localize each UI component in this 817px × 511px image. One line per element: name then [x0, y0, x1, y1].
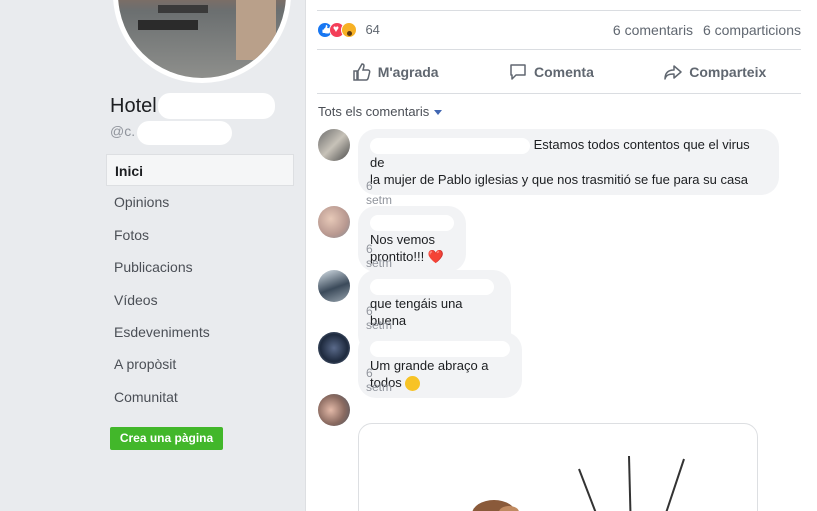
avatar[interactable] [318, 129, 350, 161]
redacted-commenter-name[interactable] [370, 278, 494, 295]
reaction-icons[interactable]: 64 [317, 21, 380, 39]
nav-item-comunitat[interactable]: Comunitat [106, 381, 294, 413]
redacted-commenter-name[interactable] [370, 137, 530, 154]
nav-item-a-proposit[interactable]: A propòsit [106, 348, 294, 380]
nav-item-videos[interactable]: Vídeos [106, 284, 294, 316]
page-nav: Inici Opinions Fotos Publicacions Vídeos… [106, 154, 294, 413]
reactions-summary: 64 6 comentaris 6 comparticions [317, 10, 801, 50]
attachment-drawing [472, 455, 685, 511]
redacted-name [158, 93, 275, 119]
nav-item-inici[interactable]: Inici [106, 154, 294, 187]
post-actions: M'agrada Comenta Comparteix [317, 50, 801, 94]
nav-item-fotos[interactable]: Fotos [106, 219, 294, 251]
avatar[interactable] [318, 332, 350, 364]
nav-item-opinions[interactable]: Opinions [106, 186, 294, 218]
redacted-handle [137, 121, 232, 145]
page-title: Hotel [110, 95, 157, 117]
comment-label: Comenta [533, 63, 594, 80]
comments-filter[interactable]: Tots els comentaris [318, 104, 443, 119]
share-label: Comparteix [689, 63, 767, 80]
post-stats: 6 comentaris 6 comparticions [607, 22, 801, 38]
share-button[interactable]: Comparteix [663, 62, 766, 82]
page-handle[interactable]: @c. [110, 123, 135, 139]
comment-text-continued: la mujer de Pablo iglesias y que nos tra… [370, 171, 748, 187]
comment-timestamp[interactable]: 6 setm [366, 242, 392, 270]
comment-timestamp[interactable]: 6 setm [366, 179, 392, 207]
thumbs-up-icon [352, 62, 371, 81]
wow-icon [341, 21, 357, 38]
heart-emoji-icon: ❤️ [427, 248, 445, 264]
comment-timestamp[interactable]: 6 setm [366, 304, 392, 332]
like-label: M'agrada [377, 63, 439, 80]
profile-picture[interactable] [113, 0, 291, 83]
filter-label: Tots els comentaris [318, 104, 430, 119]
reaction-count[interactable]: 64 [365, 22, 379, 37]
nav-item-publicacions[interactable]: Publicacions [106, 251, 294, 283]
avatar[interactable] [318, 206, 350, 238]
caret-down-icon [434, 110, 443, 116]
avatar[interactable] [318, 394, 350, 426]
share-icon [664, 64, 682, 80]
profile-photo-image [118, 0, 286, 78]
smile-emoji-icon [405, 375, 421, 391]
comment-timestamp[interactable]: 6 setm [366, 366, 392, 394]
left-column: Hotel @c. Inici Opinions Fotos Publicaci… [0, 0, 305, 511]
comment-image-attachment[interactable] [358, 423, 758, 511]
comment-icon [510, 63, 526, 80]
comment-button[interactable]: Comenta [508, 62, 594, 82]
comments-count[interactable]: 6 comentaris [613, 22, 693, 38]
nav-item-esdeveniments[interactable]: Esdeveniments [106, 316, 294, 348]
post-panel: 64 6 comentaris 6 comparticions M'agrada… [305, 0, 817, 511]
like-button[interactable]: M'agrada [352, 62, 439, 82]
redacted-commenter-name[interactable] [370, 340, 510, 357]
shares-count[interactable]: 6 comparticions [703, 22, 801, 38]
comment-bubble: Estamos todos contentos que el virus de … [358, 129, 779, 195]
redacted-commenter-name[interactable] [370, 214, 454, 231]
create-page-button[interactable]: Crea una pàgina [110, 427, 223, 450]
avatar[interactable] [318, 270, 350, 302]
